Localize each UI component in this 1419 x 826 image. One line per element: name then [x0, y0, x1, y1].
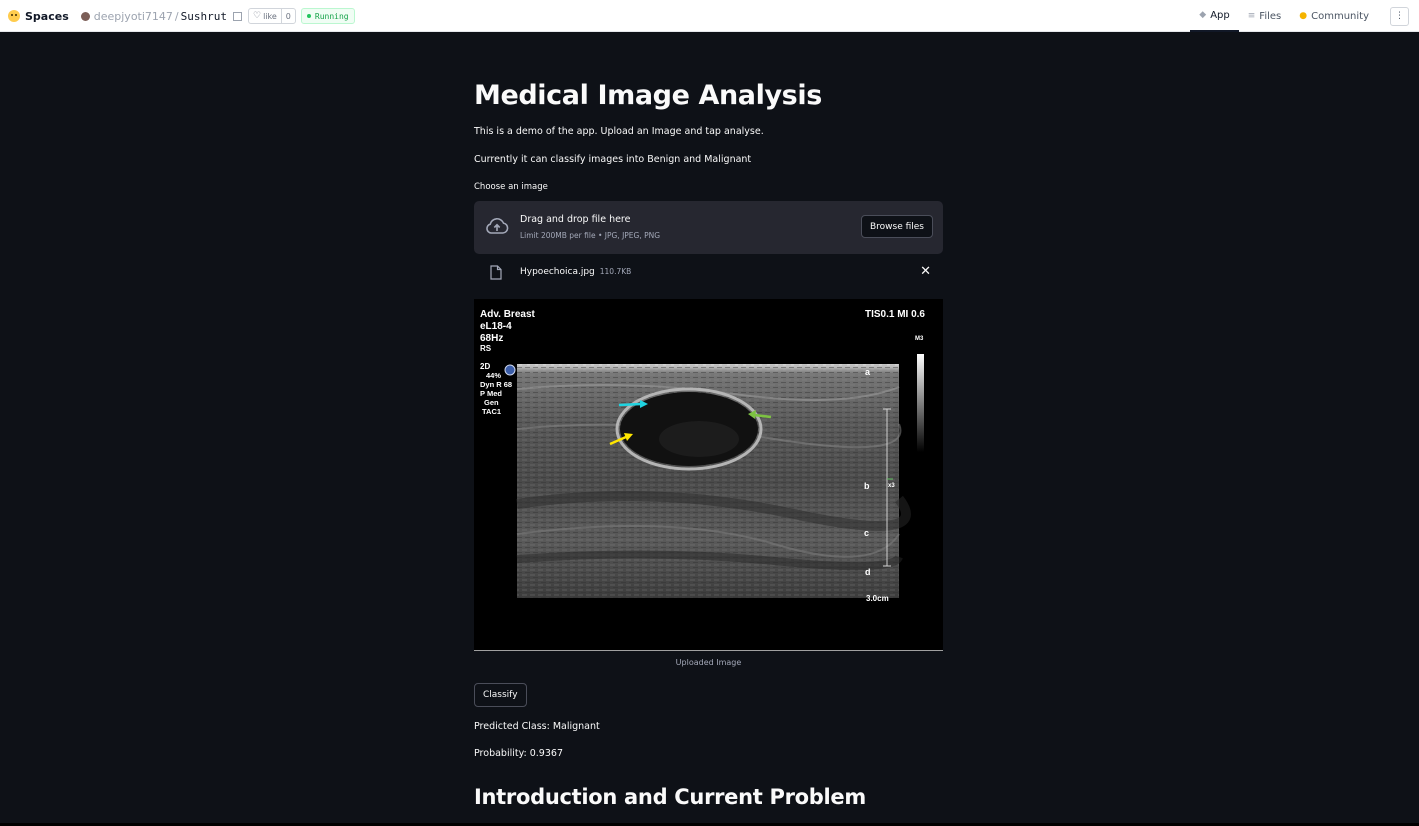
status-badge: Running [300, 8, 355, 24]
us-param-3: P Med [480, 389, 502, 398]
us-marker-b: b [864, 481, 870, 491]
classify-button[interactable]: Classify [474, 683, 527, 707]
dropzone-limit: Limit 200MB per file • JPG, JPEG, PNG [520, 231, 661, 240]
heart-icon: ♡ [253, 11, 262, 21]
file-dropzone[interactable]: Drag and drop file here Limit 200MB per … [474, 201, 943, 254]
capability-text: Currently it can classify images into Be… [474, 154, 752, 165]
hf-topbar: Spaces deepjyoti7147 / Sushrut ♡ like 0 R… [0, 0, 1419, 32]
us-depth: 3.0cm [866, 594, 889, 603]
remove-file-close-icon[interactable]: ✕ [920, 264, 931, 279]
more-icon[interactable]: ⋮ [1390, 6, 1409, 26]
like-button[interactable]: ♡ like 0 [248, 8, 296, 24]
status-text: Running [314, 11, 349, 21]
us-label-1: eL18-4 [480, 321, 512, 332]
us-param-0: 2D [480, 362, 490, 371]
uploaded-file-row: Hypoechoica.jpg 110.7KB ✕ [474, 260, 943, 286]
file-size: 110.7KB [599, 267, 632, 276]
us-tis-mi: TIS0.1 MI 0.6 [865, 309, 925, 320]
section-heading: Introduction and Current Problem [474, 785, 866, 809]
tab-community-label: Community [1311, 10, 1369, 22]
ultrasound-image: Adv. Breast eL18-4 68Hz RS 2D 44% Dyn R … [480, 309, 925, 603]
repo-name-link[interactable]: Sushrut [181, 10, 227, 23]
hugging-face-logo-icon[interactable] [8, 10, 20, 22]
owner-link[interactable]: deepjyoti7147 [94, 10, 173, 23]
probability: Probability: 0.9367 [474, 748, 563, 759]
owner-avatar[interactable] [80, 11, 90, 21]
us-label-0: Adv. Breast [480, 309, 536, 320]
tab-community[interactable]: ● Community [1290, 0, 1378, 32]
us-marker-c: c [864, 528, 869, 538]
us-param-4: Gen [484, 398, 499, 407]
uploaded-image: Adv. Breast eL18-4 68Hz RS 2D 44% Dyn R … [474, 299, 943, 651]
predicted-class: Predicted Class: Malignant [474, 721, 600, 732]
page-title: Medical Image Analysis [474, 80, 822, 111]
tab-files[interactable]: ≡ Files [1239, 0, 1291, 32]
us-param-2: Dyn R 68 [480, 380, 512, 389]
browse-files-button[interactable]: Browse files [860, 215, 933, 238]
file-icon [490, 265, 502, 280]
files-icon: ≡ [1247, 11, 1256, 21]
copy-icon[interactable] [233, 11, 242, 21]
like-label: like [263, 11, 277, 21]
intro-text: This is a demo of the app. Upload an Ima… [474, 126, 764, 137]
status-dot-icon [306, 14, 311, 18]
app-icon: ◆ [1199, 10, 1207, 20]
grayscale-bar [917, 354, 924, 452]
tab-app-label: App [1210, 9, 1230, 21]
us-label-3: RS [480, 344, 492, 353]
dropzone-title: Drag and drop file here [520, 214, 631, 225]
us-x-mark: x3 [888, 483, 895, 489]
image-caption: Uploaded Image [675, 658, 742, 667]
us-gray-label: M3 [915, 336, 924, 342]
spaces-link[interactable]: Spaces [25, 10, 69, 23]
us-param-1: 44% [486, 371, 501, 380]
uploader-label: Choose an image [474, 182, 548, 192]
us-label-2: 68Hz [480, 333, 503, 344]
like-count: 0 [285, 11, 291, 21]
cloud-upload-icon [486, 217, 509, 234]
file-name: Hypoechoica.jpg [520, 267, 595, 277]
us-param-5: TAC1 [482, 407, 501, 416]
probe-orientation-icon [504, 364, 516, 376]
tab-app[interactable]: ◆ App [1190, 0, 1239, 32]
path-separator: / [174, 9, 179, 23]
community-icon: ● [1299, 11, 1308, 21]
tab-files-label: Files [1259, 10, 1282, 22]
us-marker-d: d [865, 567, 871, 577]
